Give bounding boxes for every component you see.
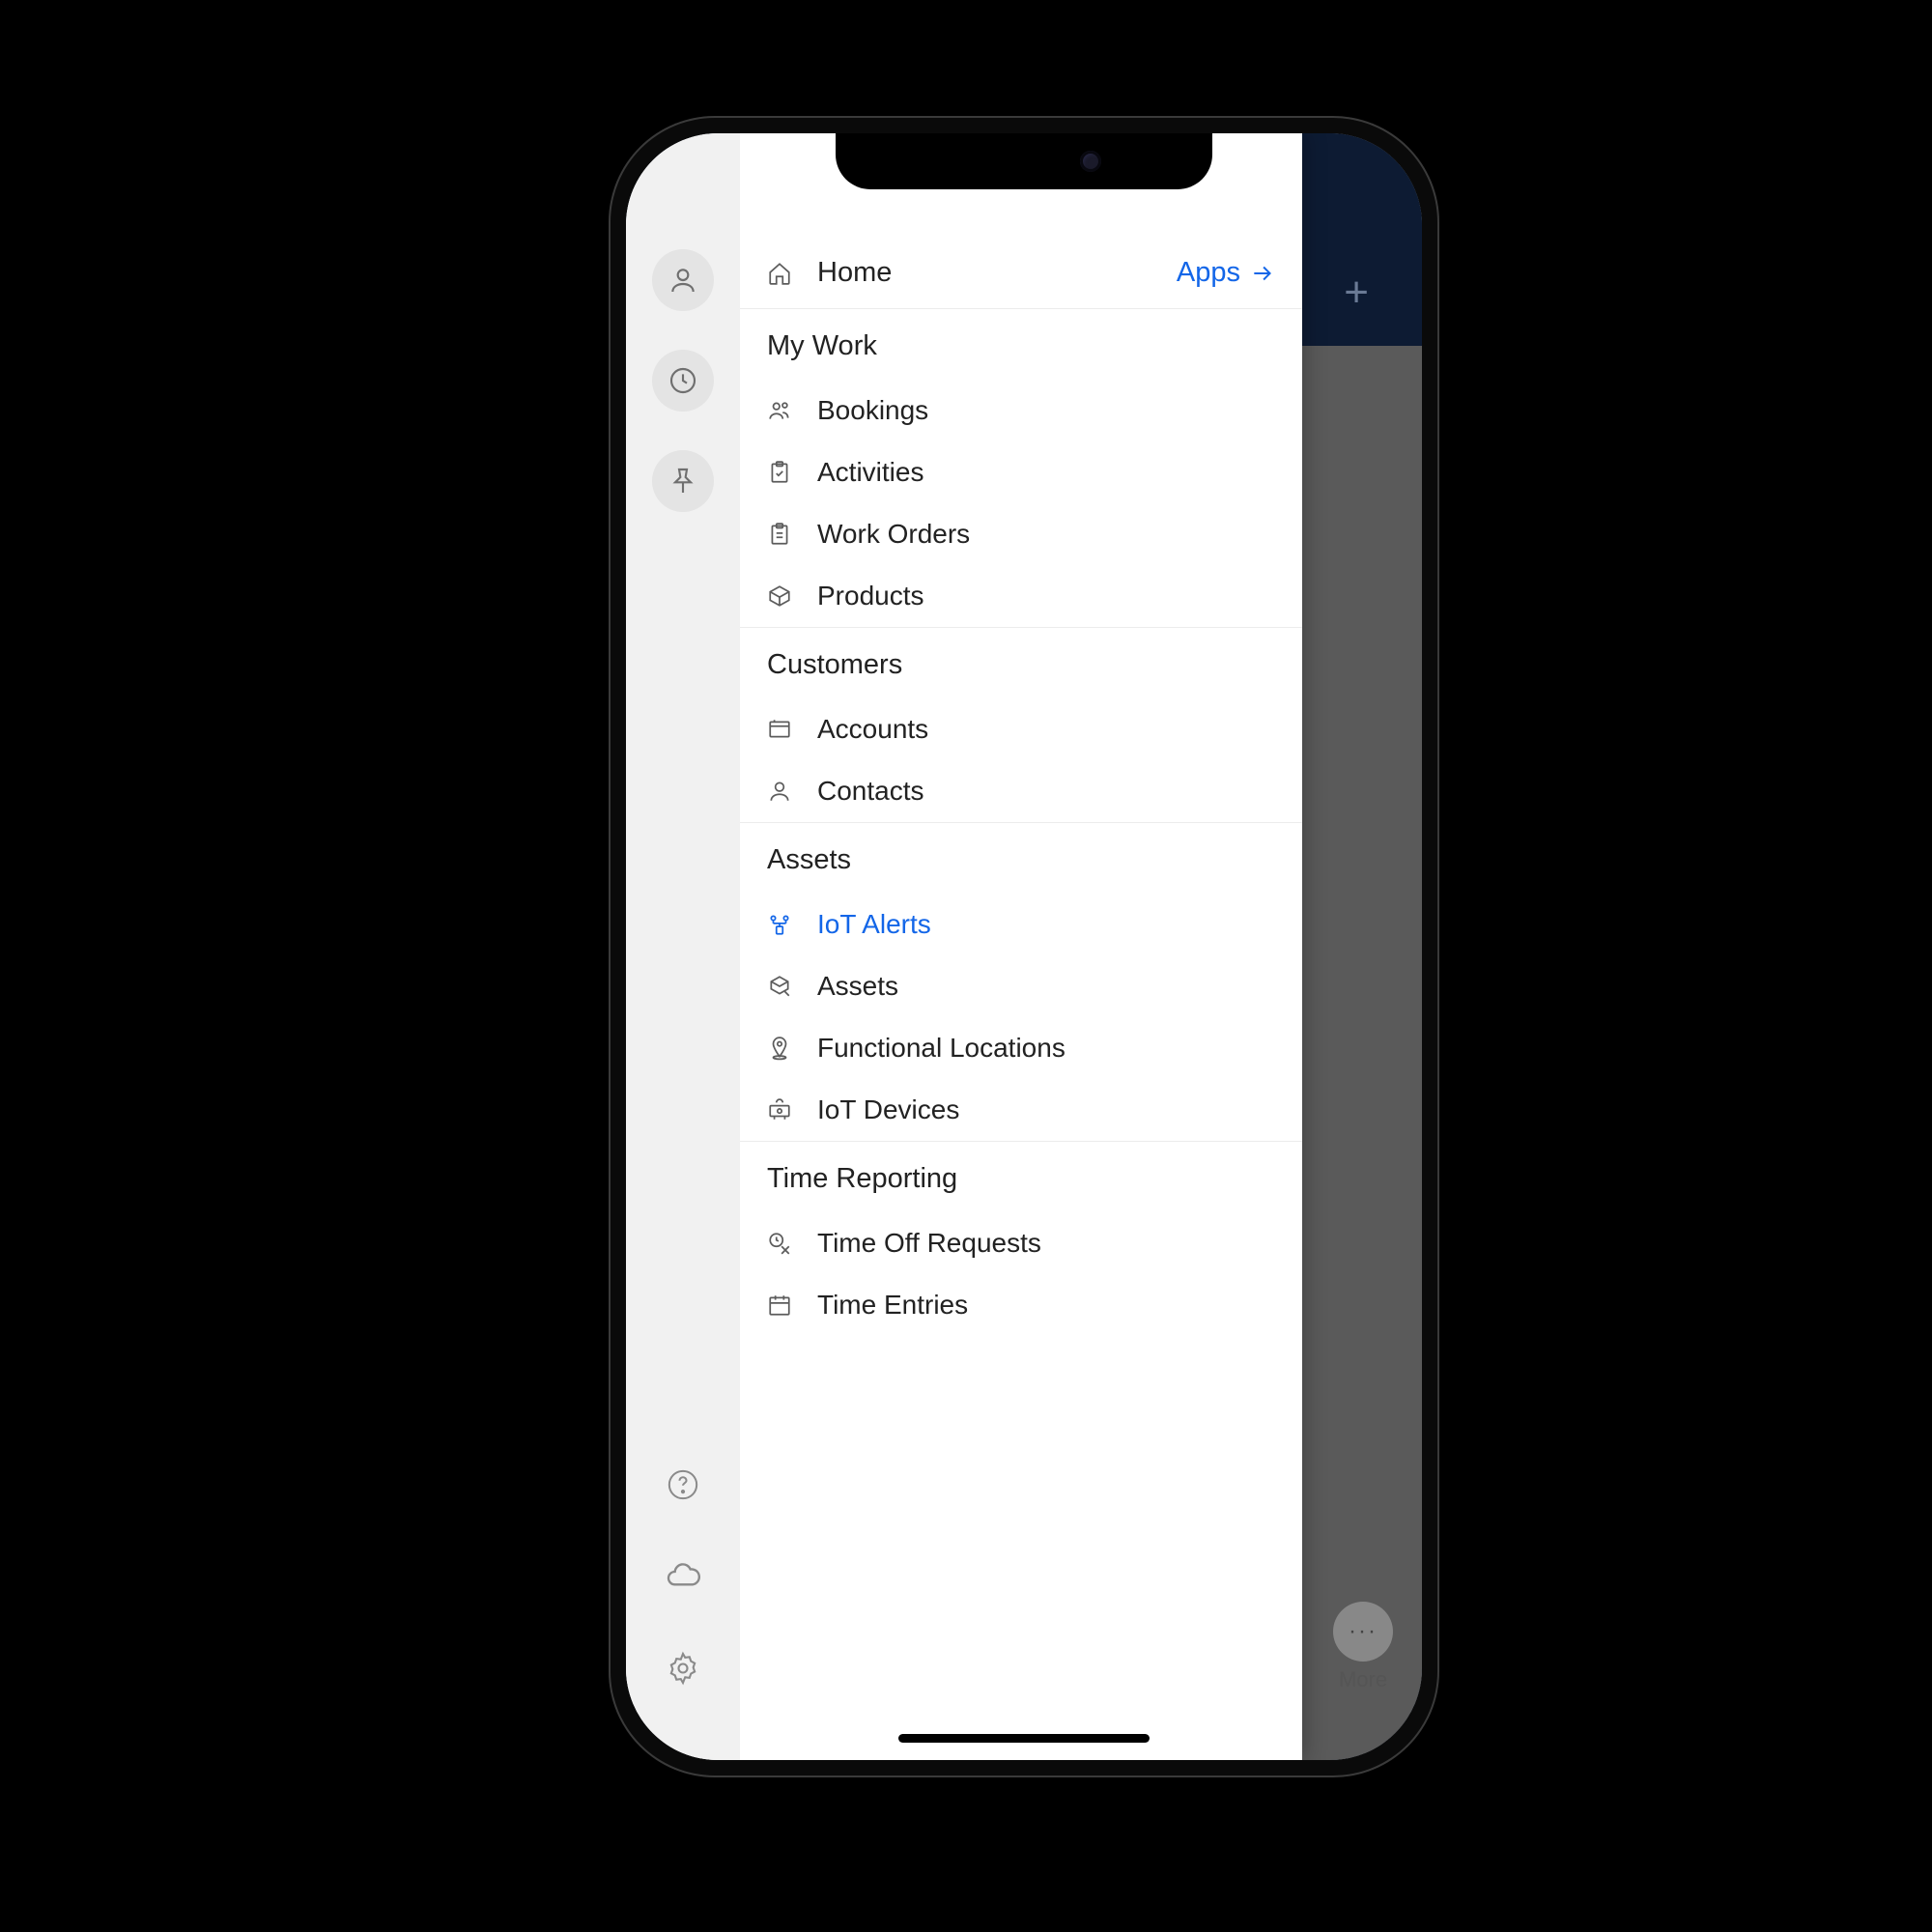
help-button[interactable] <box>664 1465 702 1504</box>
recent-icon <box>668 365 698 396</box>
section-assets-title: Assets <box>740 822 1302 894</box>
screen: + ··· More <box>626 133 1422 1760</box>
folder-icon <box>767 717 792 742</box>
nav-home-row[interactable]: Home Apps <box>740 240 1302 309</box>
home-label: Home <box>817 257 892 289</box>
nav-item-accounts[interactable]: Accounts <box>740 698 1302 760</box>
notch <box>836 133 1212 189</box>
section-time-reporting-title: Time Reporting <box>740 1141 1302 1212</box>
nav-item-iot-alerts[interactable]: IoT Alerts <box>740 894 1302 955</box>
nav-item-bookings[interactable]: Bookings <box>740 380 1302 441</box>
pin-button[interactable] <box>652 450 714 512</box>
home-indicator[interactable] <box>898 1734 1150 1743</box>
nav-item-iot-devices[interactable]: IoT Devices <box>740 1079 1302 1141</box>
help-icon <box>667 1468 699 1501</box>
box-icon <box>767 583 792 609</box>
cloud-button[interactable] <box>664 1557 702 1596</box>
more-icon: ··· <box>1333 1602 1393 1662</box>
phone-frame: + ··· More <box>609 116 1439 1777</box>
nav-item-label: Work Orders <box>817 519 970 550</box>
nav-rail <box>626 133 740 1760</box>
clipboard-check-icon <box>767 460 792 485</box>
more-button-area[interactable]: ··· More <box>1333 1602 1393 1692</box>
settings-icon <box>666 1651 700 1686</box>
nav-panel: Home Apps My Work Bookings <box>740 133 1302 1760</box>
recent-button[interactable] <box>652 350 714 412</box>
phone-inner: + ··· More <box>626 133 1422 1760</box>
nav-item-time-off-requests[interactable]: Time Off Requests <box>740 1212 1302 1274</box>
nav-item-label: Products <box>817 581 924 611</box>
nav-item-work-orders[interactable]: Work Orders <box>740 503 1302 565</box>
nav-item-label: Contacts <box>817 776 924 807</box>
device-icon <box>767 1097 792 1122</box>
calendar-icon <box>767 1293 792 1318</box>
nav-item-label: Activities <box>817 457 923 488</box>
settings-button[interactable] <box>664 1649 702 1688</box>
apps-link[interactable]: Apps <box>1177 257 1275 289</box>
nav-item-time-entries[interactable]: Time Entries <box>740 1274 1302 1336</box>
section-my-work-title: My Work <box>740 309 1302 380</box>
nav-item-assets[interactable]: Assets <box>740 955 1302 1017</box>
nav-item-label: Assets <box>817 971 898 1002</box>
add-button[interactable]: + <box>1344 269 1369 317</box>
section-customers-title: Customers <box>740 627 1302 698</box>
people-icon <box>767 398 792 423</box>
nav-item-products[interactable]: Products <box>740 565 1302 627</box>
nav-item-label: Time Off Requests <box>817 1228 1041 1259</box>
nav-item-activities[interactable]: Activities <box>740 441 1302 503</box>
apps-link-label: Apps <box>1177 257 1240 289</box>
pin-icon <box>668 466 698 497</box>
nav-item-label: IoT Devices <box>817 1094 959 1125</box>
cloud-icon <box>664 1557 702 1596</box>
person-icon <box>767 779 792 804</box>
profile-button[interactable] <box>652 249 714 311</box>
nav-item-contacts[interactable]: Contacts <box>740 760 1302 822</box>
nav-item-label: Functional Locations <box>817 1033 1065 1064</box>
nav-item-label: IoT Alerts <box>817 909 931 940</box>
home-icon <box>767 261 792 286</box>
iot-alert-icon <box>767 912 792 937</box>
nav-item-label: Time Entries <box>817 1290 968 1321</box>
arrow-right-icon <box>1250 261 1275 286</box>
location-icon <box>767 1036 792 1061</box>
nav-item-label: Bookings <box>817 395 928 426</box>
time-request-icon <box>767 1231 792 1256</box>
nav-drawer: Home Apps My Work Bookings <box>626 133 1302 1760</box>
more-label: More <box>1333 1667 1393 1692</box>
profile-icon <box>668 265 698 296</box>
rail-bottom <box>664 1465 702 1760</box>
clipboard-icon <box>767 522 792 547</box>
nav-item-functional-locations[interactable]: Functional Locations <box>740 1017 1302 1079</box>
box-edit-icon <box>767 974 792 999</box>
nav-item-label: Accounts <box>817 714 928 745</box>
